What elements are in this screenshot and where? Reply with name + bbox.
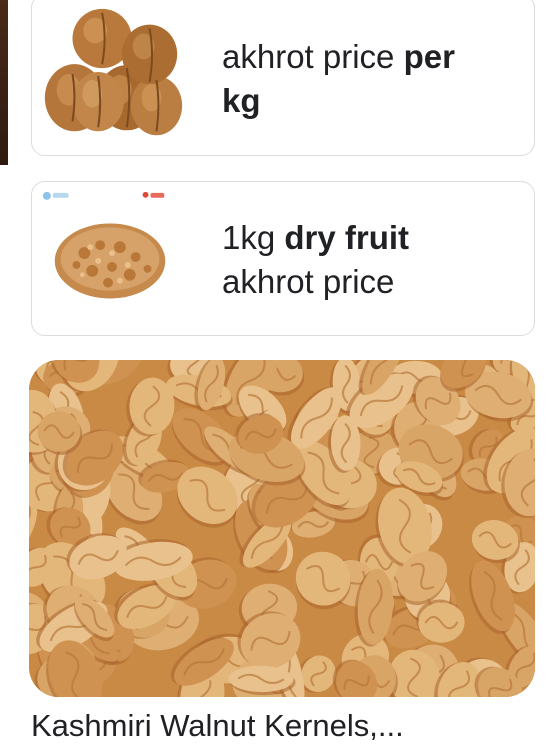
whole-walnuts-thumbnail-icon — [32, 0, 192, 155]
title-part-bold: dry fruit — [284, 219, 410, 256]
adjacent-content-edge — [0, 0, 8, 165]
title-part-bold: kg — [222, 82, 261, 119]
walnut-kernels-image-icon — [29, 360, 535, 697]
suggestion-title: akhrot price per kg — [222, 35, 518, 123]
suggestion-card-1kg-dry-fruit-akhrot-price[interactable]: 1kg dry fruit akhrot price — [31, 181, 535, 336]
title-part-regular: akhrot price — [222, 263, 395, 300]
title-part-bold: per — [403, 38, 455, 75]
title-part-regular: akhrot price — [222, 38, 404, 75]
suggestion-card-akhrot-price-per-kg[interactable]: akhrot price per kg — [31, 0, 535, 156]
image-result-title[interactable]: Kashmiri Walnut Kernels,... — [31, 707, 404, 745]
walnut-kernels-image-result[interactable] — [29, 360, 535, 697]
title-part-regular: 1kg — [222, 219, 285, 256]
suggestion-title: 1kg dry fruit akhrot price — [222, 216, 518, 304]
walnut-kernels-thumbnail-icon — [33, 182, 191, 335]
